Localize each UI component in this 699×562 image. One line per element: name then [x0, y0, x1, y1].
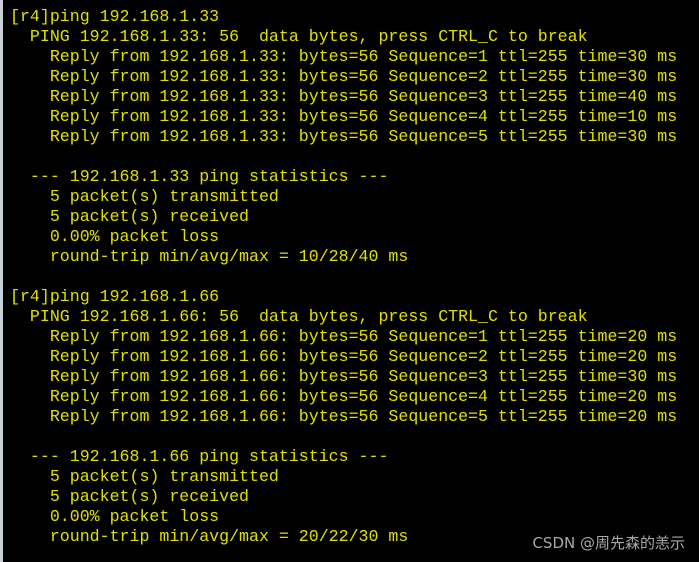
terminal-line: --- 192.168.1.33 ping statistics ---	[10, 167, 389, 186]
terminal-line: 0.00% packet loss	[10, 227, 220, 246]
terminal-line: Reply from 192.168.1.33: bytes=56 Sequen…	[10, 107, 678, 126]
terminal-line: [r4]ping 192.168.1.66	[10, 287, 220, 306]
terminal-line: Reply from 192.168.1.66: bytes=56 Sequen…	[10, 327, 678, 346]
terminal-line: Reply from 192.168.1.33: bytes=56 Sequen…	[10, 47, 678, 66]
terminal-line: Reply from 192.168.1.33: bytes=56 Sequen…	[10, 127, 678, 146]
terminal-line: Reply from 192.168.1.66: bytes=56 Sequen…	[10, 347, 678, 366]
terminal-line: 5 packet(s) transmitted	[10, 187, 279, 206]
terminal-line: Reply from 192.168.1.66: bytes=56 Sequen…	[10, 387, 678, 406]
terminal-line: PING 192.168.1.66: 56 data bytes, press …	[10, 307, 588, 326]
terminal-line: Reply from 192.168.1.66: bytes=56 Sequen…	[10, 367, 678, 386]
terminal-line: PING 192.168.1.33: 56 data bytes, press …	[10, 27, 588, 46]
terminal-line: Reply from 192.168.1.66: bytes=56 Sequen…	[10, 407, 678, 426]
terminal-line: 0.00% packet loss	[10, 507, 220, 526]
terminal-line: Reply from 192.168.1.33: bytes=56 Sequen…	[10, 87, 678, 106]
terminal-line: 5 packet(s) received	[10, 207, 249, 226]
terminal-output[interactable]: [r4]ping 192.168.1.33 PING 192.168.1.33:…	[10, 7, 677, 547]
watermark: CSDN @周先森的恙示	[532, 534, 685, 552]
terminal-line: [r4]ping 192.168.1.33	[10, 7, 220, 26]
terminal-line: round-trip min/avg/max = 10/28/40 ms	[10, 247, 409, 266]
window-border	[0, 0, 3, 562]
terminal-line: 5 packet(s) received	[10, 487, 249, 506]
terminal-line: 5 packet(s) transmitted	[10, 467, 279, 486]
terminal-line: Reply from 192.168.1.33: bytes=56 Sequen…	[10, 67, 678, 86]
terminal-line: --- 192.168.1.66 ping statistics ---	[10, 447, 389, 466]
